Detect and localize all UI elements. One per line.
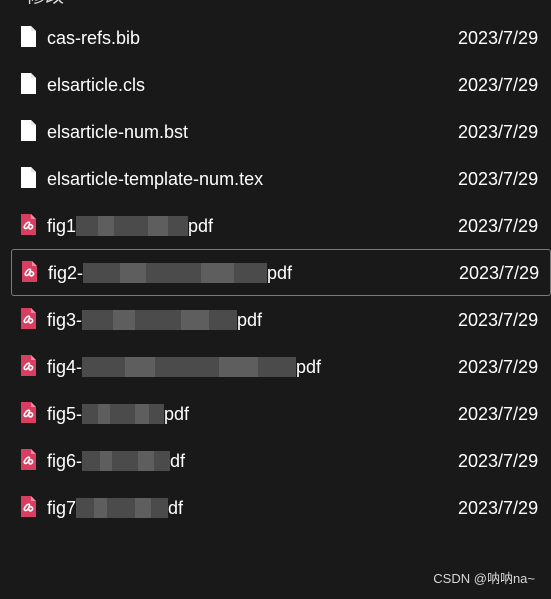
file-row-fig5-pdf[interactable]: fig5- pdf 2023/7/29: [0, 390, 551, 437]
document-file-icon: [20, 166, 37, 189]
csdn-watermark: CSDN @呐呐na~: [433, 571, 535, 586]
redacted-name-segment: [76, 497, 169, 518]
file-name: fig5- pdf: [47, 403, 189, 425]
file-name-start: fig6-: [47, 451, 83, 471]
file-date: 2023/7/29: [458, 75, 539, 95]
file-name: fig6- df: [47, 450, 185, 472]
pdf-file-icon: [21, 260, 38, 283]
redacted-name-segment: [83, 262, 268, 283]
file-name: fig4- pdf: [47, 356, 321, 378]
file-name-extension: pdf: [237, 310, 263, 330]
file-row-fig2-pdf[interactable]: fig2- pdf 2023/7/29: [11, 249, 551, 296]
file-date: 2023/7/29: [458, 404, 539, 424]
file-name: fig1 pdf: [47, 215, 213, 237]
pdf-file-icon: [20, 354, 37, 377]
file-row-elsarticle-cls[interactable]: elsarticle.cls 2023/7/29: [0, 61, 551, 108]
pdf-file-icon: [20, 213, 37, 236]
file-name-extension: pdf: [267, 263, 293, 283]
file-name-extension: df: [168, 498, 184, 518]
file-date: 2023/7/29: [458, 28, 539, 48]
redacted-name-segment: [82, 309, 238, 330]
pdf-file-icon: [20, 401, 37, 424]
file-name: elsarticle.cls: [47, 75, 146, 95]
document-file-icon: [20, 119, 37, 142]
pdf-file-icon: [20, 307, 37, 330]
file-date: 2023/7/29: [458, 122, 539, 142]
file-date: 2023/7/29: [458, 357, 539, 377]
truncated-column-header: 修改: [26, 0, 64, 7]
file-row-elsarticle-template-num-tex[interactable]: elsarticle-template-num.tex 2023/7/29: [0, 155, 551, 202]
file-name-extension: pdf: [188, 216, 214, 236]
pdf-file-icon: [20, 448, 37, 471]
file-row-fig7-pdf[interactable]: fig7 df 2023/7/29: [0, 484, 551, 531]
redacted-name-segment: [76, 215, 189, 236]
document-file-icon: [20, 25, 37, 48]
file-name: fig3- pdf: [47, 309, 262, 331]
file-name: fig7 df: [47, 497, 183, 519]
document-file-icon: [20, 72, 37, 95]
file-name-extension: pdf: [164, 404, 190, 424]
file-date: 2023/7/29: [458, 169, 539, 189]
file-row-elsarticle-num-bst[interactable]: elsarticle-num.bst 2023/7/29: [0, 108, 551, 155]
file-row-fig4-pdf[interactable]: fig4- pdf 2023/7/29: [0, 343, 551, 390]
file-name-start: fig3-: [47, 310, 83, 330]
file-name-extension: pdf: [296, 357, 322, 377]
file-name-extension: df: [170, 451, 186, 471]
file-date: 2023/7/29: [458, 451, 539, 471]
file-row-fig3-pdf[interactable]: fig3- pdf 2023/7/29: [0, 296, 551, 343]
file-name: elsarticle-template-num.tex: [47, 169, 264, 189]
file-date: 2023/7/29: [459, 263, 540, 283]
redacted-name-segment: [82, 356, 297, 377]
file-name-start: fig1: [47, 216, 77, 236]
file-name-start: fig7: [47, 498, 77, 518]
pdf-file-icon: [20, 495, 37, 518]
redacted-name-segment: [82, 403, 165, 424]
file-name: cas-refs.bib: [47, 28, 141, 48]
file-name: elsarticle-num.bst: [47, 122, 189, 142]
file-row-fig1-pdf[interactable]: fig1 pdf 2023/7/29: [0, 202, 551, 249]
file-date: 2023/7/29: [458, 498, 539, 518]
redacted-name-segment: [82, 450, 171, 471]
file-name: fig2- pdf: [48, 262, 292, 284]
file-name-start: fig2-: [48, 263, 84, 283]
file-row-cas-refs-bib[interactable]: cas-refs.bib 2023/7/29: [0, 14, 551, 61]
file-row-fig6-pdf[interactable]: fig6- df 2023/7/29: [0, 437, 551, 484]
file-date: 2023/7/29: [458, 216, 539, 236]
file-date: 2023/7/29: [458, 310, 539, 330]
file-list: cas-refs.bib 2023/7/29 elsarticle.cls 20…: [0, 14, 551, 531]
file-name-start: fig4-: [47, 357, 83, 377]
file-name-start: fig5-: [47, 404, 83, 424]
